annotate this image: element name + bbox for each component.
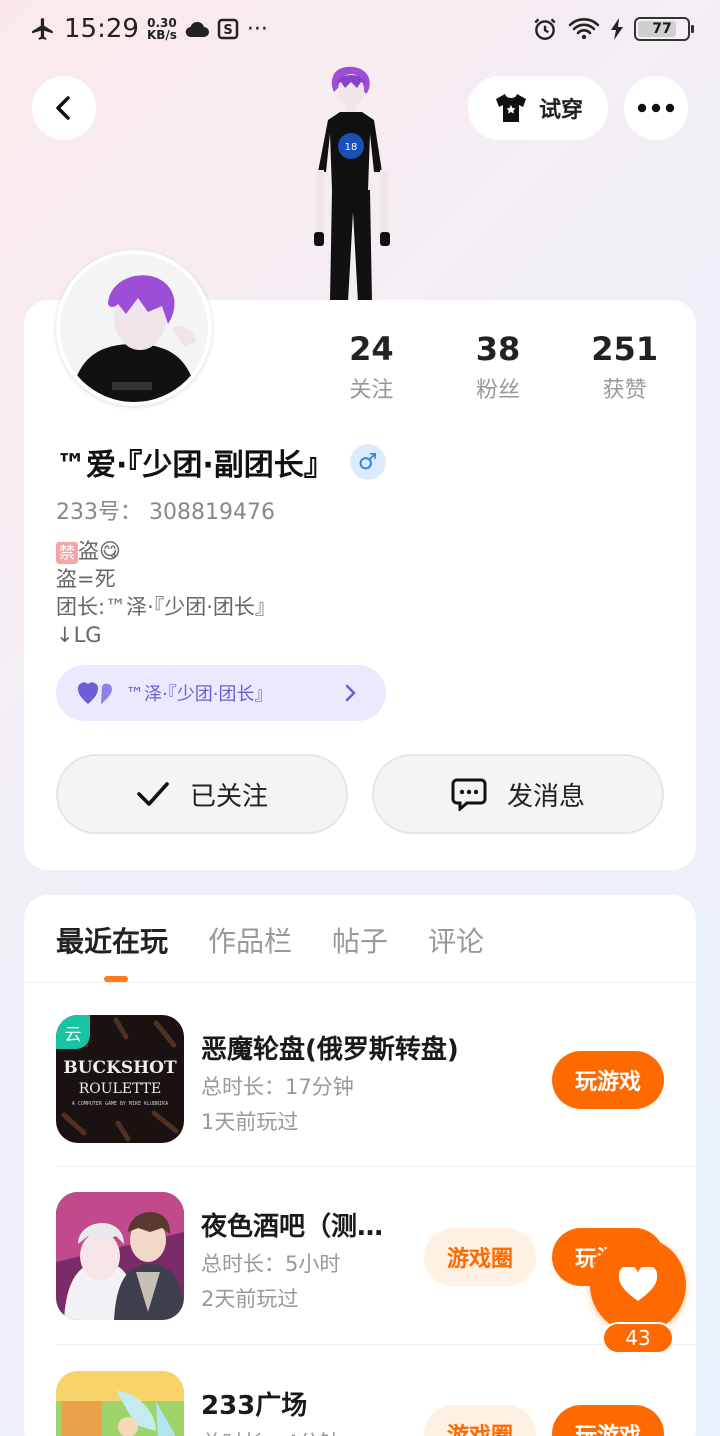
game-row[interactable]: BUCKSHOT ROULETTE A COMPUTER GAME BY MIK… bbox=[56, 1015, 696, 1145]
back-button[interactable] bbox=[32, 76, 96, 140]
chevron-left-icon bbox=[56, 96, 70, 120]
play-game-button[interactable]: 玩游戏 bbox=[552, 1051, 664, 1109]
tshirt-icon bbox=[495, 94, 526, 122]
tab-divider bbox=[24, 982, 696, 983]
followed-label: 已关注 bbox=[189, 781, 268, 812]
game-duration: 总时长：17分钟 bbox=[201, 1075, 354, 1099]
profile-stats: 24 关注 38 粉丝 251 获赞 bbox=[308, 330, 688, 404]
cloud-game-badge: 云 bbox=[56, 1015, 90, 1049]
heart-icon bbox=[618, 1267, 658, 1301]
cover-title-line-1: BUCKSHOT bbox=[63, 1058, 177, 1078]
profile-avatar[interactable] bbox=[56, 250, 212, 406]
stat-following[interactable]: 24 关注 bbox=[308, 330, 435, 404]
uid-label: 233号： bbox=[56, 500, 142, 525]
stat-likes[interactable]: 251 获赞 bbox=[561, 330, 688, 404]
like-button[interactable] bbox=[590, 1237, 686, 1333]
stat-likes-label: 获赞 bbox=[602, 378, 647, 403]
row-divider bbox=[56, 1166, 696, 1167]
bio-line-2: 盗=死 bbox=[56, 567, 116, 591]
svg-text:18: 18 bbox=[345, 142, 358, 153]
gender-male-icon: ♂ bbox=[349, 444, 386, 480]
content-tabs: 最近在玩 作品栏 帖子 评论 bbox=[56, 920, 484, 960]
bio-line-1-text: 盗 bbox=[78, 539, 100, 563]
net-speed: 0.30 KB/s bbox=[147, 17, 177, 41]
game-row[interactable]: 233广场 总时长：4分钟 游戏圈 玩游戏 bbox=[56, 1371, 696, 1436]
play-game-button[interactable]: 玩游戏 bbox=[552, 1405, 664, 1436]
bio-emoji: 😋 bbox=[99, 539, 121, 563]
tab-works[interactable]: 作品栏 bbox=[208, 920, 292, 960]
stat-followers-count: 38 bbox=[475, 330, 521, 368]
app-notification-icon: S bbox=[217, 18, 239, 40]
profile-uid[interactable]: 233号： 308819476 bbox=[56, 494, 275, 526]
cloud-icon bbox=[185, 21, 209, 38]
tab-posts[interactable]: 帖子 bbox=[332, 920, 388, 960]
cover-subtitle: A COMPUTER GAME BY MIKE KLUBNIKA bbox=[72, 1101, 168, 1107]
charging-icon bbox=[611, 18, 623, 40]
game-circle-button[interactable]: 游戏圈 bbox=[424, 1405, 536, 1436]
battery-level: 77 bbox=[652, 21, 672, 37]
double-heart-icon bbox=[78, 682, 112, 704]
cover-title-line-2: ROULETTE bbox=[79, 1081, 162, 1097]
more-dots-icon bbox=[637, 103, 675, 113]
game-duration: 总时长：4分钟 bbox=[201, 1427, 340, 1436]
check-icon bbox=[137, 782, 169, 806]
relationship-chip[interactable]: ™泽·『少团·团长』 bbox=[56, 665, 386, 721]
uid-value: 308819476 bbox=[149, 500, 275, 525]
more-options-button[interactable] bbox=[624, 76, 688, 140]
game-icon-night-bar[interactable] bbox=[56, 1192, 184, 1320]
ban-tag: 禁 bbox=[56, 542, 79, 564]
game-last-played: 2天前玩过 bbox=[201, 1287, 299, 1311]
try-on-button[interactable]: 试穿 bbox=[468, 76, 608, 140]
bio-line-1: 禁盗😋 bbox=[56, 537, 276, 565]
try-on-label: 试穿 bbox=[538, 98, 583, 123]
svg-text:S: S bbox=[223, 23, 232, 38]
game-duration: 总时长：5小时 bbox=[201, 1252, 341, 1276]
row-divider bbox=[56, 1344, 696, 1345]
tab-comments[interactable]: 评论 bbox=[428, 920, 484, 960]
status-right: 77 bbox=[532, 16, 694, 42]
game-last-played: 1天前玩过 bbox=[201, 1110, 299, 1134]
username-text: ™爱·『少团·副团长』 bbox=[56, 448, 334, 483]
bio-line-3: 团长:™泽·『少团·团长』 bbox=[56, 595, 276, 619]
stat-following-label: 关注 bbox=[349, 378, 394, 403]
game-title: 恶魔轮盘(俄罗斯转盘) bbox=[201, 1035, 459, 1065]
avatar-figure[interactable]: 18 bbox=[296, 62, 406, 302]
status-bar: 15:29 0.30 KB/s S ··· 77 bbox=[0, 0, 720, 64]
chat-bubble-icon bbox=[451, 778, 487, 811]
profile-username: ™爱·『少团·副团长』 ♂ bbox=[56, 440, 386, 484]
stat-followers[interactable]: 38 粉丝 bbox=[435, 330, 562, 404]
game-icon-buckshot-roulette[interactable]: BUCKSHOT ROULETTE A COMPUTER GAME BY MIK… bbox=[56, 1015, 184, 1143]
alarm-icon bbox=[534, 18, 556, 40]
game-title: 夜色酒吧（测… bbox=[201, 1212, 384, 1242]
stat-likes-count: 251 bbox=[591, 330, 659, 368]
relationship-chip-label: ™泽·『少团·团长』 bbox=[126, 684, 273, 705]
chevron-right-icon bbox=[345, 684, 356, 702]
bio-line-4: ↓LG bbox=[56, 623, 102, 647]
battery-indicator: 77 bbox=[634, 17, 694, 41]
send-message-label: 发消息 bbox=[506, 781, 585, 812]
status-time: 15:29 bbox=[64, 14, 139, 44]
status-more: ··· bbox=[246, 16, 268, 42]
like-count-badge: 43 bbox=[602, 1322, 674, 1354]
stat-following-count: 24 bbox=[349, 330, 394, 368]
followed-button[interactable]: 已关注 bbox=[56, 754, 348, 834]
status-left: 15:29 0.30 KB/s S ··· bbox=[30, 14, 268, 44]
game-cover-image bbox=[56, 1192, 184, 1320]
game-icon-233-square[interactable] bbox=[56, 1371, 184, 1436]
airplane-icon bbox=[32, 18, 53, 40]
wifi-icon bbox=[568, 18, 600, 40]
stat-followers-label: 粉丝 bbox=[476, 378, 521, 403]
net-speed-unit: KB/s bbox=[146, 28, 177, 42]
send-message-button[interactable]: 发消息 bbox=[372, 754, 664, 834]
tab-recently-played[interactable]: 最近在玩 bbox=[56, 920, 168, 960]
game-title: 233广场 bbox=[201, 1391, 308, 1421]
game-circle-button[interactable]: 游戏圈 bbox=[424, 1228, 536, 1286]
avatar-image bbox=[60, 254, 208, 402]
profile-bio: 禁盗😋 盗=死 团长:™泽·『少团·团长』 ↓LG bbox=[56, 537, 276, 649]
game-cover-image bbox=[56, 1371, 184, 1436]
